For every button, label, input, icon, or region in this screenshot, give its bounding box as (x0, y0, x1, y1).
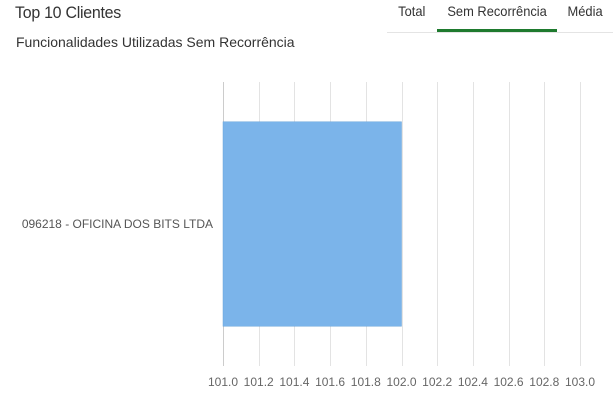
x-tick-label: 101.0 (208, 375, 238, 389)
bar[interactable] (222, 121, 402, 327)
x-tick-label: 102.2 (422, 375, 452, 389)
x-tick-label: 103.0 (565, 375, 595, 389)
x-axis-ticks: 101.0 101.2 101.4 101.6 101.8 102.0 102.2 102.4… (208, 375, 595, 389)
x-tick-label: 102.0 (386, 375, 416, 389)
bars (222, 121, 402, 327)
x-tick-label: 101.8 (351, 375, 381, 389)
bar-chart: 101.0 101.2 101.4 101.6 101.8 102.0 102.2 102.4… (22, 82, 595, 389)
category-label: 096218 - OFICINA DOS BITS LTDA (22, 217, 213, 231)
x-tick-label: 101.4 (279, 375, 309, 389)
x-tick-label: 101.2 (244, 375, 274, 389)
x-tick-label: 102.8 (529, 375, 559, 389)
x-tick-label: 102.6 (494, 375, 524, 389)
x-tick-label: 102.4 (458, 375, 488, 389)
x-tick-label: 101.6 (315, 375, 345, 389)
y-axis-categories: 096218 - OFICINA DOS BITS LTDA (22, 217, 213, 231)
